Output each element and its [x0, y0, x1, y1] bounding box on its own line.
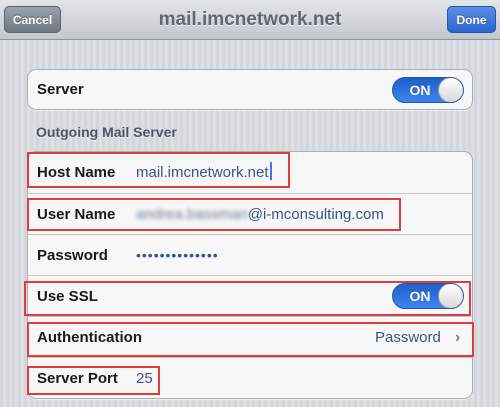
server-port-row[interactable]: Server Port 25	[28, 357, 472, 398]
password-label: Password	[37, 247, 108, 264]
user-name-row[interactable]: User Name andrea.bassman@i-mconsulting.c…	[28, 193, 472, 234]
toggle-knob[interactable]	[438, 284, 463, 308]
server-toggle-label: ON	[409, 82, 431, 98]
host-name-value: mail.imcnetwork.net	[136, 164, 269, 181]
outgoing-mail-server-header: Outgoing Mail Server	[36, 124, 177, 140]
authentication-row[interactable]: Authentication Password ›	[28, 316, 472, 357]
host-name-input[interactable]: mail.imcnetwork.net	[136, 152, 272, 193]
done-button[interactable]: Done	[447, 6, 496, 33]
chevron-right-icon: ›	[455, 329, 461, 346]
use-ssl-toggle-label: ON	[409, 288, 431, 304]
text-cursor	[269, 162, 272, 180]
navigation-bar: Cancel mail.imcnetwork.net Done	[0, 0, 500, 40]
toggle-knob[interactable]	[438, 78, 463, 102]
authentication-label: Authentication	[37, 329, 142, 346]
host-name-row[interactable]: Host Name mail.imcnetwork.net	[28, 152, 472, 193]
password-row[interactable]: Password ••••••••••••••	[28, 234, 472, 275]
password-input[interactable]: ••••••••••••••	[136, 235, 219, 276]
user-name-domain: @i-mconsulting.com	[247, 206, 384, 223]
authentication-value: Password	[375, 329, 441, 346]
user-name-input[interactable]: andrea.bassman@i-mconsulting.com	[136, 194, 384, 235]
password-value: ••••••••••••••	[136, 247, 219, 263]
server-group: Server ON	[27, 69, 473, 110]
server-port-label: Server Port	[37, 370, 118, 387]
user-name-redacted: andrea.bassman	[136, 206, 248, 223]
server-port-input[interactable]: 25	[136, 358, 153, 398]
server-port-value: 25	[136, 370, 153, 387]
host-name-label: Host Name	[37, 164, 116, 181]
outgoing-server-group: Host Name mail.imcnetwork.net User Name …	[27, 151, 473, 399]
server-toggle[interactable]: ON	[392, 77, 464, 103]
server-label: Server	[37, 81, 84, 98]
use-ssl-row: Use SSL ON	[28, 275, 472, 316]
page-title: mail.imcnetwork.net	[158, 9, 342, 30]
use-ssl-label: Use SSL	[37, 288, 98, 305]
user-name-label: User Name	[37, 206, 116, 223]
use-ssl-toggle[interactable]: ON	[392, 283, 464, 309]
server-row: Server ON	[28, 70, 472, 109]
